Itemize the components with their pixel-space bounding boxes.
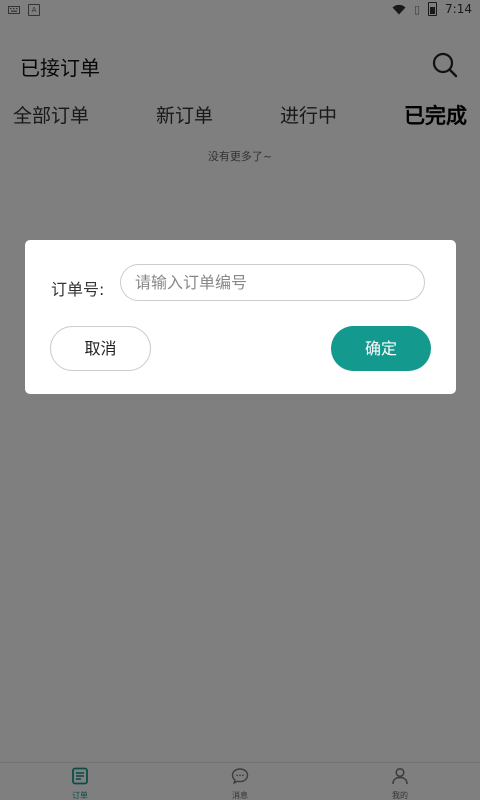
cancel-button[interactable]: 取消: [50, 326, 151, 371]
order-number-input[interactable]: [120, 264, 425, 301]
order-search-dialog: 订单号: 取消 确定: [25, 240, 456, 394]
confirm-button[interactable]: 确定: [331, 326, 431, 371]
app-screen: A ▯ 7:14 已接订单 全部订单 新订单 进行中 已完成 没有更多了~: [0, 0, 480, 801]
order-number-label: 订单号:: [51, 280, 105, 299]
modal-overlay[interactable]: [0, 0, 480, 800]
